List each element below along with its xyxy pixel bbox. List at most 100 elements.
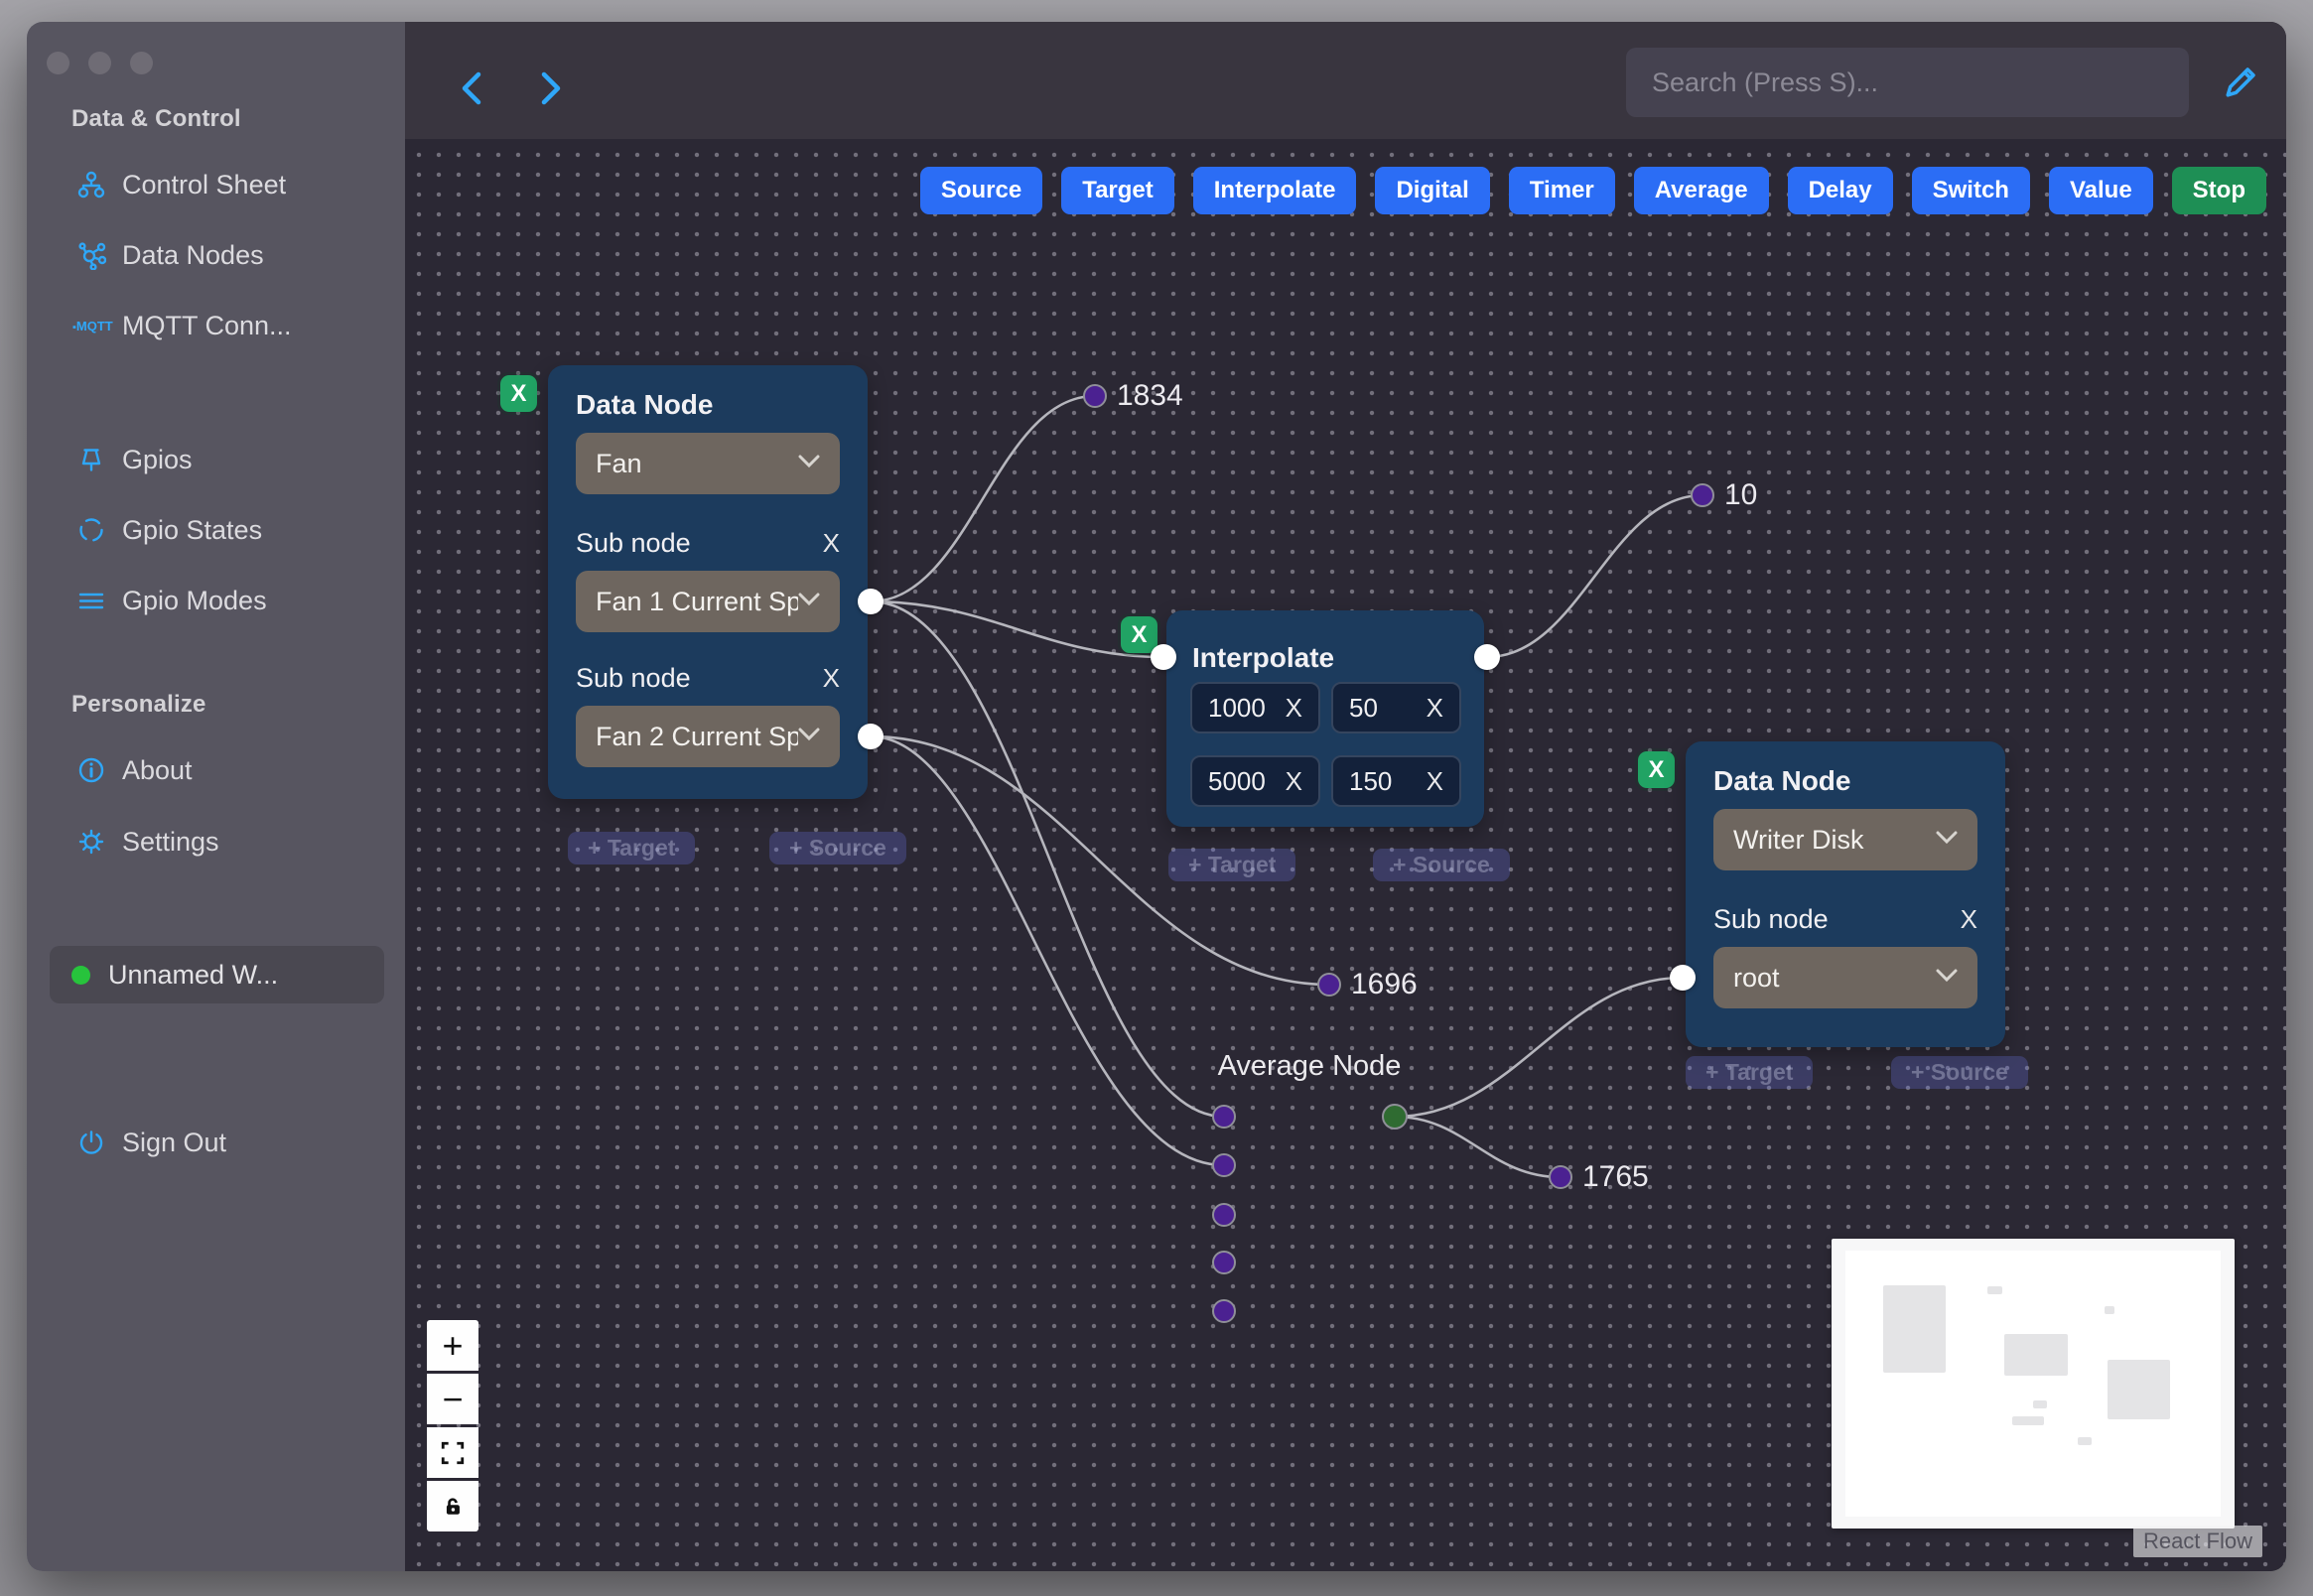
search-input[interactable] — [1626, 48, 2189, 117]
interpolate-target-handle[interactable] — [1151, 644, 1176, 670]
fan-sub1-source-handle[interactable] — [858, 589, 884, 614]
delete-interpolate-node-button[interactable]: X — [1121, 616, 1157, 653]
window-controls — [47, 52, 153, 74]
node-title: Interpolate — [1192, 642, 1335, 673]
forward-button[interactable] — [528, 66, 574, 111]
sidebar-item-label: Data Nodes — [122, 239, 264, 270]
zoom-in-button[interactable]: + — [427, 1320, 478, 1371]
power-icon — [76, 1128, 106, 1157]
sidebar-item-mqtt-connections[interactable]: ▪MQTT MQTT Conn... — [72, 302, 389, 349]
average-target-handle-3[interactable] — [1212, 1203, 1236, 1227]
chevron-down-icon — [798, 455, 820, 473]
interpolate-add-source-button[interactable]: + Source — [1373, 849, 1510, 881]
sidebar-item-control-sheet[interactable]: Control Sheet — [76, 161, 389, 208]
edge-average-to-1765[interactable] — [1394, 1115, 1562, 1179]
flow-canvas[interactable]: Source Target Interpolate Digital Timer … — [405, 139, 2286, 1571]
average-target-handle-1[interactable] — [1212, 1105, 1236, 1129]
interpolate-input-b[interactable]: 50 X — [1331, 682, 1461, 733]
edge-interpolate-to-10[interactable] — [1486, 493, 1703, 659]
interpolate-source-handle[interactable] — [1474, 644, 1500, 670]
average-target-handle-4[interactable] — [1212, 1251, 1236, 1274]
delete-writer-node-button[interactable]: X — [1638, 751, 1675, 788]
add-average-node-button[interactable]: Average — [1633, 167, 1769, 214]
edge-endpoint-dot[interactable] — [1691, 483, 1714, 507]
zoom-out-button[interactable]: − — [427, 1374, 478, 1424]
minimap-node — [2012, 1416, 2044, 1425]
close-window-button[interactable] — [47, 52, 69, 74]
minimap[interactable] — [1832, 1239, 2235, 1529]
clear-value-button[interactable]: X — [1286, 766, 1302, 797]
sidebar-item-settings[interactable]: Settings — [76, 818, 389, 865]
interpolate-add-target-button[interactable]: + Target — [1168, 849, 1296, 881]
control-sheet-icon — [76, 170, 106, 200]
average-target-handle-5[interactable] — [1212, 1299, 1236, 1323]
sidebar-item-about[interactable]: About — [76, 746, 389, 794]
gear-icon — [76, 827, 106, 857]
edit-button[interactable] — [2216, 56, 2267, 107]
interpolate-input-d[interactable]: 150 X — [1331, 755, 1461, 807]
minimize-window-button[interactable] — [88, 52, 111, 74]
delete-fan-node-button[interactable]: X — [500, 375, 537, 412]
edge-fan1-to-1834[interactable] — [870, 394, 1096, 603]
edge-endpoint-dot[interactable] — [1549, 1165, 1572, 1189]
add-interpolate-node-button[interactable]: Interpolate — [1192, 167, 1357, 214]
main-area: Source Target Interpolate Digital Timer … — [405, 22, 2286, 1571]
writer-type-select[interactable]: Writer Disk — [1713, 809, 1977, 870]
remove-sub-node-button[interactable]: X — [1961, 904, 1977, 935]
minimap-node — [1987, 1286, 2002, 1294]
fit-view-button[interactable] — [427, 1427, 478, 1478]
data-nodes-icon — [76, 240, 106, 270]
average-source-handle[interactable] — [1382, 1104, 1408, 1130]
add-timer-node-button[interactable]: Timer — [1508, 167, 1615, 214]
interpolate-node[interactable]: Interpolate 1000 X 50 X 5000 X 150 X — [1166, 610, 1484, 827]
chevron-right-icon — [541, 71, 561, 105]
edge-endpoint-dot[interactable] — [1317, 973, 1341, 997]
writer-add-source-button[interactable]: + Source — [1891, 1056, 2028, 1089]
fan-add-source-button[interactable]: + Source — [769, 832, 906, 864]
clear-value-button[interactable]: X — [1427, 766, 1443, 797]
writer-sub-select[interactable]: root — [1713, 947, 1977, 1008]
sidebar-item-label: Gpio Modes — [122, 585, 267, 615]
fan-sub2-select[interactable]: Fan 2 Current Spe — [576, 706, 840, 767]
fan-sub1-select[interactable]: Fan 1 Current Spe — [576, 571, 840, 632]
lock-button[interactable] — [427, 1481, 478, 1531]
data-node-fan[interactable]: Data Node Fan Sub node X Fan 1 Current S… — [548, 365, 868, 799]
react-flow-attribution[interactable]: React Flow — [2132, 1526, 2262, 1557]
writer-root-target-handle[interactable] — [1670, 965, 1696, 991]
add-target-node-button[interactable]: Target — [1061, 167, 1174, 214]
clear-value-button[interactable]: X — [1286, 693, 1302, 724]
remove-sub-node-button[interactable]: X — [823, 528, 840, 559]
add-source-node-button[interactable]: Source — [919, 167, 1043, 214]
sidebar-item-sign-out[interactable]: Sign Out — [76, 1119, 389, 1166]
add-value-node-button[interactable]: Value — [2048, 167, 2153, 214]
zoom-window-button[interactable] — [130, 52, 153, 74]
add-switch-node-button[interactable]: Switch — [1911, 167, 2030, 214]
data-node-writer-disk[interactable]: Data Node Writer Disk Sub node X root — [1686, 741, 2005, 1047]
sidebar-item-active-workflow[interactable]: Unnamed W... — [50, 946, 384, 1003]
interpolate-input-c[interactable]: 5000 X — [1190, 755, 1320, 807]
edge-average-to-root[interactable] — [1394, 976, 1684, 1119]
sidebar-item-gpio-modes[interactable]: Gpio Modes — [76, 577, 389, 624]
sidebar-item-label: Gpio States — [122, 514, 263, 545]
interpolate-input-a[interactable]: 1000 X — [1190, 682, 1320, 733]
sidebar-item-label: About — [122, 754, 193, 785]
sidebar-item-gpio-states[interactable]: Gpio States — [76, 506, 389, 554]
list-lines-icon — [76, 586, 106, 615]
back-button[interactable] — [449, 66, 494, 111]
add-digital-node-button[interactable]: Digital — [1375, 167, 1490, 214]
stop-button[interactable]: Stop — [2171, 167, 2266, 214]
clear-value-button[interactable]: X — [1427, 693, 1443, 724]
fan-add-target-button[interactable]: + Target — [568, 832, 696, 864]
sidebar-item-gpios[interactable]: Gpios — [76, 436, 389, 483]
edge-fan1-to-interpolate[interactable] — [870, 599, 1164, 659]
writer-add-target-button[interactable]: + Target — [1686, 1056, 1814, 1089]
fan-sub2-source-handle[interactable] — [858, 724, 884, 749]
remove-sub-node-button[interactable]: X — [823, 663, 840, 694]
average-target-handle-2[interactable] — [1212, 1153, 1236, 1177]
info-icon — [76, 755, 106, 785]
edge-endpoint-dot[interactable] — [1083, 384, 1107, 408]
canvas-controls: + − — [427, 1320, 478, 1531]
fan-type-select[interactable]: Fan — [576, 433, 840, 494]
add-delay-node-button[interactable]: Delay — [1787, 167, 1893, 214]
sidebar-item-data-nodes[interactable]: Data Nodes — [76, 231, 389, 279]
